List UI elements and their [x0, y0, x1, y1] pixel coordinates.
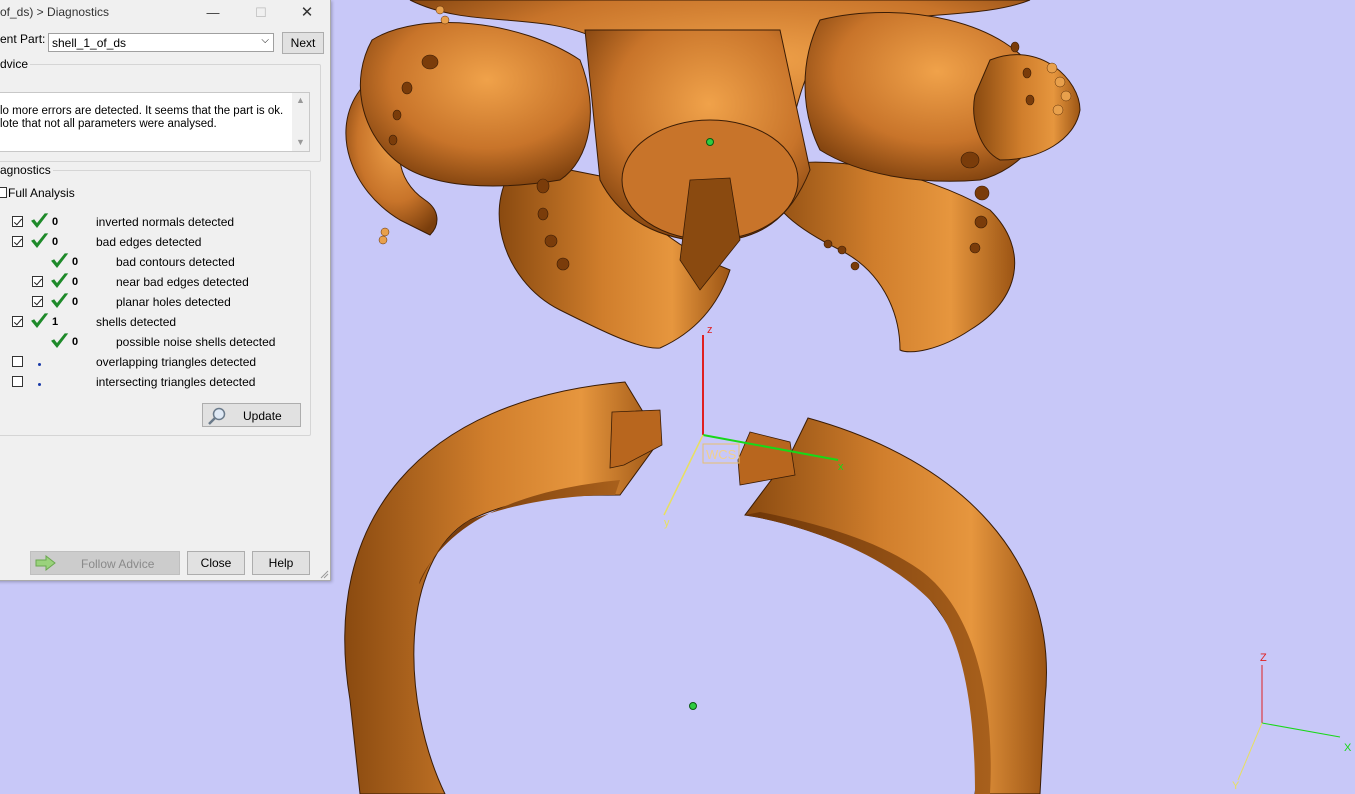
diagnostic-count: 0 — [72, 276, 79, 288]
diagnostic-count: 0 — [72, 256, 79, 268]
maximize-button[interactable]: ☐ — [248, 2, 274, 24]
diagnostic-row: 0 inverted normals detected — [0, 213, 302, 233]
corner-axis-y-label: Y — [1232, 780, 1240, 792]
diagnostics-dialog: of_ds) > Diagnostics — ☐ ✕ ent Part: she… — [0, 0, 331, 581]
diagnostic-label: intersecting triangles detected — [96, 375, 256, 389]
diagnostic-count: 0 — [72, 296, 79, 308]
follow-advice-label: Follow Advice — [81, 557, 155, 571]
advice-legend: dvice — [0, 57, 31, 71]
diagnostics-group: agnostics Full Analysis 0 inverted normal… — [0, 163, 311, 436]
part-label: ent Part: — [0, 32, 46, 46]
diagnostic-label: inverted normals detected — [96, 215, 235, 229]
diagnostic-label: bad edges detected — [96, 235, 202, 249]
update-button[interactable]: Update — [202, 403, 301, 427]
diagnostic-row: 0 bad edges detected — [0, 233, 302, 253]
advice-line-1: lo more errors are detected. It seems th… — [0, 105, 284, 117]
ring-head — [345, 0, 1081, 353]
diagnostic-count: 0 — [72, 336, 79, 348]
orientation-axes: Z X Y — [1232, 652, 1352, 792]
diagnostic-row-checkbox[interactable] — [12, 316, 23, 327]
check-icon — [51, 293, 69, 308]
diagnostic-label: planar holes detected — [116, 295, 231, 309]
wcs-axis-y-label: y — [664, 517, 670, 529]
dialog-title: of_ds) > Diagnostics — [0, 5, 110, 19]
diagnostic-row-checkbox[interactable] — [12, 376, 23, 387]
pivot-point-bottom[interactable] — [689, 702, 697, 710]
diagnostic-row: intersecting triangles detected — [0, 375, 302, 393]
next-button[interactable]: Next — [282, 32, 324, 54]
diagnostic-row: 0 possible noise shells detected — [0, 333, 302, 353]
full-analysis-label: Full Analysis — [8, 186, 75, 200]
chevron-down-icon: ⌵ — [261, 35, 269, 46]
close-button[interactable]: Close — [187, 551, 245, 575]
diagnostic-label: overlapping triangles detected — [96, 355, 257, 369]
minimize-button[interactable]: — — [200, 2, 226, 24]
diagnostic-row-checkbox[interactable] — [32, 296, 43, 307]
advice-line-2: lote that not all parameters were analys… — [0, 118, 217, 130]
diagnostic-row: 0 planar holes detected — [0, 293, 302, 313]
check-icon — [51, 333, 69, 348]
follow-advice-button[interactable]: Follow Advice — [30, 551, 180, 575]
diagnostic-row: 1 shells detected — [0, 313, 302, 333]
wcs-label: WCS — [706, 447, 737, 462]
diagnostic-row: overlapping triangles detected — [0, 355, 302, 373]
update-label: Update — [243, 409, 282, 423]
full-analysis-checkbox[interactable] — [0, 187, 7, 198]
pivot-point-top[interactable] — [706, 138, 714, 146]
check-icon — [31, 233, 49, 248]
diagnostic-row-checkbox[interactable] — [12, 356, 23, 367]
arrow-right-icon — [35, 555, 56, 571]
ring-shank — [344, 381, 1047, 794]
magnifier-icon — [208, 407, 226, 425]
check-icon — [31, 213, 49, 228]
diagnostic-row: 0 bad contours detected — [0, 253, 302, 273]
diagnostic-label: bad contours detected — [116, 255, 235, 269]
advice-group: dvice lo more errors are detected. It se… — [0, 57, 321, 162]
diagnostic-label: near bad edges detected — [116, 275, 249, 289]
advice-textbox[interactable]: lo more errors are detected. It seems th… — [0, 92, 310, 152]
corner-axis-z-label: Z — [1260, 652, 1267, 664]
diagnostic-row: 0 near bad edges detected — [0, 273, 302, 293]
diagnostic-count: 0 — [52, 216, 59, 228]
diagnostic-count: 1 — [52, 316, 59, 328]
check-icon — [51, 273, 69, 288]
scroll-up-icon[interactable]: ▲ — [296, 95, 305, 105]
diagnostic-row-checkbox[interactable] — [12, 216, 23, 227]
diagnostic-row-checkbox[interactable] — [12, 236, 23, 247]
check-icon — [31, 313, 49, 328]
part-select[interactable]: shell_1_of_ds ⌵ — [48, 33, 274, 52]
advice-scrollbar[interactable]: ▲ ▼ — [292, 93, 309, 151]
diagnostic-count: 0 — [52, 236, 59, 248]
diagnostic-label: shells detected — [96, 315, 177, 329]
scroll-down-icon[interactable]: ▼ — [296, 137, 305, 147]
help-button[interactable]: Help — [252, 551, 310, 575]
wcs-axis-x-label: x — [838, 461, 844, 473]
diagnostic-row-checkbox[interactable] — [32, 276, 43, 287]
diagnostics-legend: agnostics — [0, 163, 53, 177]
corner-axis-x-label: X — [1344, 742, 1352, 754]
resize-grip-icon[interactable] — [319, 569, 329, 579]
check-icon — [51, 253, 69, 268]
pending-dot-icon — [38, 363, 41, 366]
wcs-axis-z-label: z — [707, 324, 713, 336]
close-icon[interactable]: ✕ — [294, 2, 320, 24]
pending-dot-icon — [38, 383, 41, 386]
diagnostic-label: possible noise shells detected — [116, 335, 276, 349]
part-select-value: shell_1_of_ds — [52, 36, 127, 50]
